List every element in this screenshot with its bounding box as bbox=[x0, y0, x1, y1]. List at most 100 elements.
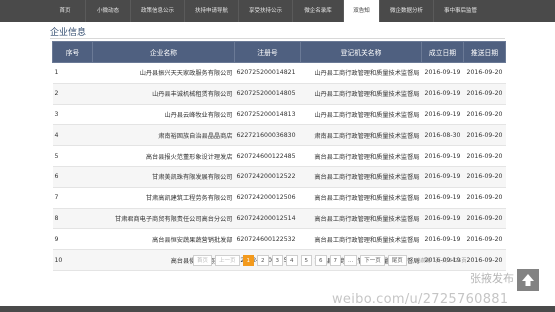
cell-reg-number: 622721600036830 bbox=[234, 124, 301, 147]
last-page-button[interactable]: 尾页 bbox=[387, 254, 407, 266]
cell-push-date: 2016-09-20 bbox=[463, 228, 506, 251]
cell-reg-number: 620724200012506 bbox=[234, 187, 301, 209]
enterprise-table: 序号 企业名称 注册号 登记机关名称 成立日期 推送日期 1 山丹县振兴天天家政… bbox=[52, 41, 506, 271]
cell-founded-date: 2016-08-30 bbox=[421, 124, 464, 147]
cell-founded-date: 2016-09-19 bbox=[421, 83, 464, 105]
cell-index: 1 bbox=[52, 62, 93, 84]
nav-item-news[interactable]: 小微动态 bbox=[86, 0, 130, 22]
page-4-button[interactable]: 4 bbox=[286, 254, 298, 266]
page-3-button[interactable]: 3 bbox=[271, 254, 284, 266]
cell-company-name[interactable]: 山丹县振兴天天家政服务有限公司 bbox=[92, 62, 235, 84]
top-navigation: 首页 小微动态 政策信息公示 扶持申请导航 享受扶持公示 微企名录库 双告知 微… bbox=[0, 0, 555, 22]
next-page-button[interactable]: 下一页 bbox=[360, 254, 385, 266]
scroll-to-top-button[interactable] bbox=[517, 269, 539, 291]
cell-founded-date: 2016-09-19 bbox=[421, 208, 464, 230]
table-row: 8 甘肃君商电子商贸有限责任公司高台分公司 620724200012514 高台… bbox=[52, 208, 506, 230]
cell-index: 3 bbox=[52, 104, 93, 126]
cell-index: 8 bbox=[52, 208, 93, 230]
cell-index: 7 bbox=[52, 187, 93, 209]
cell-company-name[interactable]: 甘肃高凯建筑工程劳务有限公司 bbox=[92, 187, 235, 209]
nav-item-data-analysis[interactable]: 微企数据分析 bbox=[380, 0, 433, 22]
cell-authority: 高台县工商行政管理和质量技术监督局 bbox=[300, 228, 422, 251]
cell-authority: 肃南县工商行政管理和质量技术监督局 bbox=[300, 124, 422, 147]
cell-push-date: 2016-09-20 bbox=[463, 62, 506, 84]
cell-reg-number: 620724200012514 bbox=[234, 208, 301, 230]
header-company-name: 企业名称 bbox=[92, 41, 235, 63]
cell-push-date: 2016-09-20 bbox=[463, 145, 506, 167]
cell-push-date: 2016-09-20 bbox=[463, 124, 506, 147]
cell-authority: 高台县工商行政管理和质量技术监督局 bbox=[300, 187, 422, 209]
prev-page-button[interactable]: 上一页 bbox=[215, 254, 240, 266]
cell-company-name[interactable]: 高台县恒安蔬果蔬营销批发部 bbox=[92, 228, 235, 251]
table-row: 3 山丹县云峰牧业有限公司 620725200014813 山丹县工商行政管理和… bbox=[52, 104, 506, 126]
watermark-url: weibo.com/u/2725760881 bbox=[332, 292, 509, 307]
cell-authority: 山丹县工商行政管理和质量技术监督局 bbox=[300, 83, 422, 105]
footer-bar bbox=[0, 306, 555, 312]
cell-founded-date: 2016-09-19 bbox=[421, 104, 464, 126]
cell-company-name[interactable]: 甘肃美凯珠有限发展有限公司 bbox=[92, 166, 235, 188]
cell-company-name[interactable]: 高台县报火范董形象设计理发店 bbox=[92, 145, 235, 167]
cell-authority: 山丹县工商行政管理和质量技术监督局 bbox=[300, 62, 422, 84]
table-row: 4 肃南裕固族自治县晶晶商店 622721600036830 肃南县工商行政管理… bbox=[52, 124, 506, 147]
cell-index: 2 bbox=[52, 83, 93, 105]
cell-index: 9 bbox=[52, 228, 93, 251]
nav-item-policy[interactable]: 政策信息公示 bbox=[131, 0, 184, 22]
arrow-up-icon bbox=[522, 274, 534, 286]
page-2-button[interactable]: 2 bbox=[257, 254, 269, 266]
header-push-date: 推送日期 bbox=[463, 41, 506, 63]
section-title: 企业信息 bbox=[50, 28, 87, 38]
cell-authority: 高台县工商行政管理和质量技术监督局 bbox=[300, 166, 422, 188]
cell-reg-number: 620725200014821 bbox=[234, 62, 301, 84]
cell-founded-date: 2016-09-19 bbox=[421, 187, 464, 209]
page-1-button[interactable]: 1 bbox=[242, 254, 255, 266]
cell-push-date: 2016-09-20 bbox=[463, 104, 506, 126]
nav-item-home[interactable]: 首页 bbox=[45, 0, 85, 22]
cell-push-date: 2016-09-20 bbox=[463, 187, 506, 209]
table-row: 2 山丹县丰诚机械租赁有限公司 620725200014805 山丹县工商行政管… bbox=[52, 83, 506, 105]
cell-reg-number: 620724600122532 bbox=[234, 228, 301, 251]
table-header-row: 序号 企业名称 注册号 登记机关名称 成立日期 推送日期 bbox=[52, 41, 506, 63]
page-ellipsis: ... bbox=[344, 254, 358, 266]
cell-push-date: 2016-09-20 bbox=[463, 249, 506, 271]
page-6-button[interactable]: 6 bbox=[315, 254, 327, 266]
page-5-button[interactable]: 5 bbox=[300, 254, 313, 266]
cell-authority: 山丹县工商行政管理和质量技术监督局 bbox=[300, 104, 422, 126]
nav-items: 首页 小微动态 政策信息公示 扶持申请导航 享受扶持公示 微企名录库 双告知 微… bbox=[45, 0, 487, 22]
cell-company-name[interactable]: 山丹县云峰牧业有限公司 bbox=[92, 104, 235, 126]
cell-push-date: 2016-09-20 bbox=[463, 166, 506, 188]
cell-authority: 高台县工商行政管理和质量技术监督局 bbox=[300, 208, 422, 230]
table-row: 9 高台县恒安蔬果蔬营销批发部 620724600122532 高台县工商行政管… bbox=[52, 228, 506, 251]
watermark-username: 张掖发布 bbox=[470, 272, 514, 285]
header-reg-number: 注册号 bbox=[234, 41, 301, 63]
cell-company-name[interactable]: 肃南裕固族自治县晶晶商店 bbox=[92, 124, 235, 147]
table-row: 7 甘肃高凯建筑工程劳务有限公司 620724200012506 高台县工商行政… bbox=[52, 187, 506, 209]
cell-reg-number: 620725200014813 bbox=[234, 104, 301, 126]
title-divider bbox=[50, 38, 505, 39]
table-row: 6 甘肃美凯珠有限发展有限公司 620724200012522 高台县工商行政管… bbox=[52, 166, 506, 188]
page-7-button[interactable]: 7 bbox=[329, 254, 342, 266]
table-row: 1 山丹县振兴天天家政服务有限公司 620725200014821 山丹县工商行… bbox=[52, 62, 506, 84]
page-info: 当前第 1页 共 3425页 bbox=[415, 257, 467, 264]
nav-item-supervision[interactable]: 事中事后监管 bbox=[434, 0, 487, 22]
pagination: 首页 上一页 1 2 3 4 5 6 7 ... 下一页 尾页 当前第 1页 共… bbox=[193, 254, 467, 266]
cell-push-date: 2016-09-20 bbox=[463, 208, 506, 230]
cell-founded-date: 2016-09-19 bbox=[421, 166, 464, 188]
cell-founded-date: 2016-09-19 bbox=[421, 228, 464, 251]
cell-company-name[interactable]: 甘肃君商电子商贸有限责任公司高台分公司 bbox=[92, 208, 235, 230]
cell-founded-date: 2016-09-19 bbox=[421, 145, 464, 167]
first-page-button[interactable]: 首页 bbox=[193, 254, 213, 266]
header-founded-date: 成立日期 bbox=[421, 41, 464, 63]
header-index: 序号 bbox=[52, 41, 93, 63]
cell-founded-date: 2016-09-19 bbox=[421, 62, 464, 84]
nav-item-support-public[interactable]: 享受扶持公示 bbox=[239, 0, 292, 22]
cell-reg-number: 620724600122485 bbox=[234, 145, 301, 167]
cell-index: 4 bbox=[52, 124, 93, 147]
cell-company-name[interactable]: 山丹县丰诚机械租赁有限公司 bbox=[92, 83, 235, 105]
cell-index: 6 bbox=[52, 166, 93, 188]
nav-item-dual-notice[interactable]: 双告知 bbox=[344, 0, 379, 22]
cell-index: 10 bbox=[52, 249, 93, 271]
cell-authority: 高台县工商行政管理和质量技术监督局 bbox=[300, 145, 422, 167]
cell-push-date: 2016-09-20 bbox=[463, 83, 506, 105]
nav-item-directory[interactable]: 微企名录库 bbox=[293, 0, 343, 22]
nav-item-support-apply[interactable]: 扶持申请导航 bbox=[185, 0, 238, 22]
